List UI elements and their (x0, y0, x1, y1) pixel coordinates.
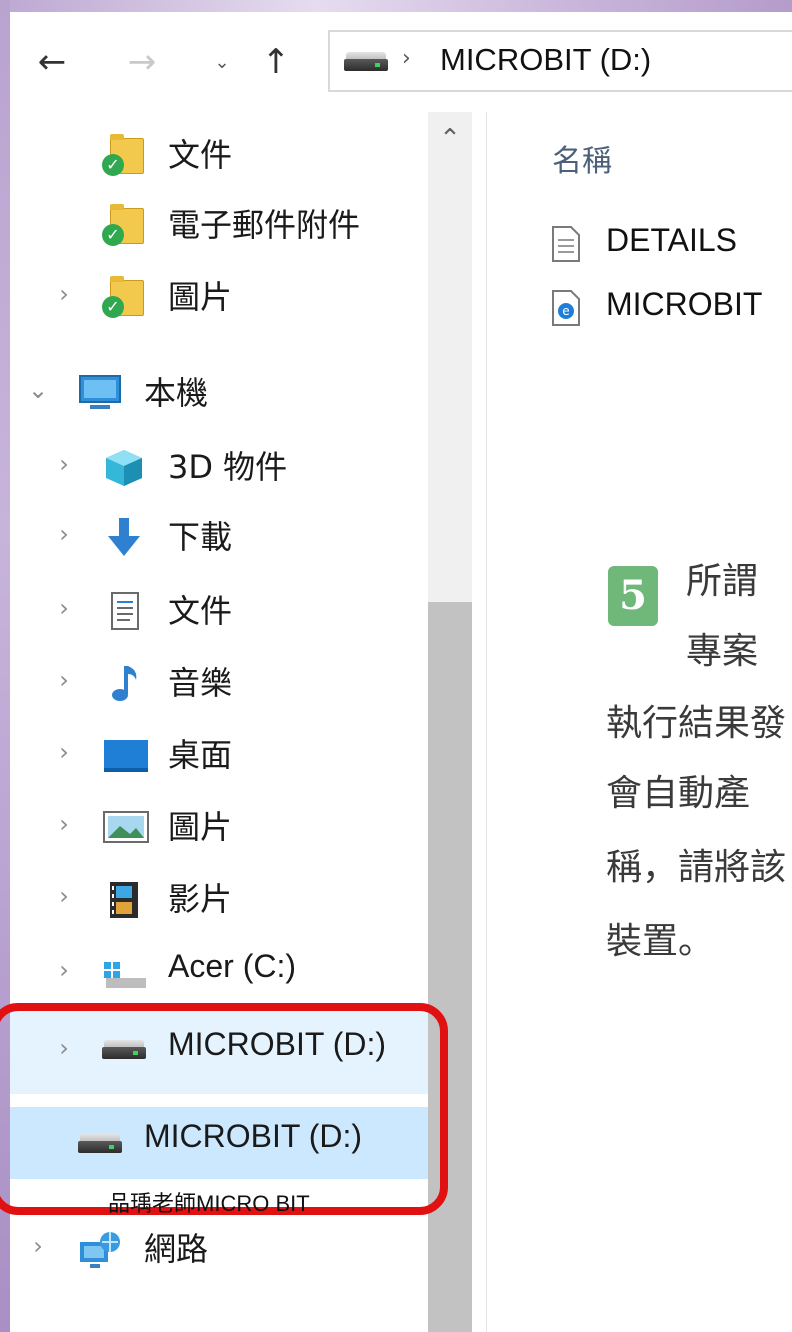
nav-item-label: 下載 (168, 518, 233, 556)
address-bar[interactable]: › MICROBIT (D:) (328, 30, 792, 92)
this-pc-icon (78, 372, 122, 414)
nav-item-label: 音樂 (168, 664, 233, 702)
nav-item-label: 文件 (168, 592, 233, 630)
expand-chevron-icon[interactable]: › (26, 1232, 50, 1260)
nav-pane-scroll-thumb[interactable] (428, 602, 472, 1332)
nav-item-downloads[interactable]: › 下載 (10, 502, 428, 572)
nav-item-documents-synced[interactable]: ✓ 文件 (10, 120, 428, 190)
nav-item-label: 圖片 (168, 808, 233, 846)
expand-chevron-icon[interactable]: › (52, 594, 76, 622)
desktop-icon (102, 734, 148, 776)
collapse-chevron-icon[interactable]: ⌄ (26, 376, 50, 404)
music-icon (102, 662, 146, 704)
documents-icon (102, 590, 146, 632)
nav-item-label: 桌面 (168, 736, 233, 774)
nav-item-network[interactable]: › 網路 (10, 1214, 428, 1284)
nav-item-label: MICROBIT (D:) (168, 1026, 387, 1062)
breadcrumb-separator-icon[interactable]: › (402, 46, 411, 71)
3d-objects-icon (102, 446, 146, 488)
expand-chevron-icon[interactable]: › (52, 882, 76, 910)
expand-chevron-icon[interactable]: › (52, 666, 76, 694)
nav-item-this-pc[interactable]: ⌄ 本機 (10, 358, 428, 428)
textbook-line: 會自動產 (606, 773, 751, 814)
back-arrow-icon[interactable]: ← (32, 42, 72, 82)
nav-item-label: MICROBIT (D:) (144, 1118, 363, 1154)
downloads-icon (102, 516, 146, 558)
expand-chevron-icon[interactable]: › (52, 738, 76, 766)
textbook-line: 專案 (686, 631, 759, 672)
nav-item-label: 3D 物件 (168, 448, 288, 486)
recent-locations-chevron-icon[interactable]: ⌄ (202, 42, 242, 82)
nav-item-microbit-drive[interactable]: › MICROBIT (D:) (10, 1016, 428, 1086)
documents-folder-synced-icon: ✓ (102, 134, 146, 176)
navigation-pane: ✓ 文件 ✓ 電子郵件附件 › ✓ 圖片 ⌄ 本機 › 3D 物件 › 下載 ›… (10, 112, 428, 1332)
address-toolbar: ← → ⌄ ↑ › MICROBIT (D:) (10, 12, 792, 112)
desktop-background-edge (0, 0, 10, 1332)
file-list-pane: 名稱 DETAILS e MICROBIT 5 所謂 專案 執行結果發 會自動產… (472, 112, 792, 1332)
nav-item-label: 影片 (168, 880, 233, 918)
nav-item-label: Acer (C:) (168, 948, 296, 984)
dragged-item-microbit-drive[interactable]: MICROBIT (D:) (10, 1108, 428, 1178)
textbook-line: 所謂 (686, 561, 759, 602)
step-number-badge: 5 (608, 566, 658, 626)
nav-item-desktop[interactable]: › 桌面 (10, 720, 428, 790)
file-explorer-window: ← → ⌄ ↑ › MICROBIT (D:) ✓ 文件 ✓ 電子郵件附件 › … (10, 12, 792, 1332)
expand-chevron-icon[interactable]: › (52, 956, 76, 984)
expand-chevron-icon[interactable]: › (52, 520, 76, 548)
nav-item-3d-objects[interactable]: › 3D 物件 (10, 432, 428, 502)
expand-chevron-icon[interactable]: › (52, 1034, 76, 1062)
nav-item-pictures[interactable]: › 圖片 (10, 792, 428, 862)
expand-chevron-icon[interactable]: › (52, 280, 76, 308)
nav-item-label: 圖片 (168, 278, 233, 316)
forward-arrow-icon[interactable]: → (122, 42, 162, 82)
nav-item-music[interactable]: › 音樂 (10, 648, 428, 718)
nav-item-label: 文件 (168, 136, 233, 174)
drive-icon (102, 1040, 146, 1082)
nav-item-pictures-synced[interactable]: › ✓ 圖片 (10, 262, 428, 332)
scroll-up-arrow-icon[interactable]: ⌃ (428, 124, 472, 164)
pictures-folder-synced-icon: ✓ (102, 276, 146, 318)
nav-item-label: 網路 (144, 1230, 209, 1268)
textbook-excerpt: 5 所謂 專案 執行結果發 會自動產 稱，請將該 裝置。 (472, 112, 792, 1332)
textbook-line: 執行結果發 (606, 703, 787, 744)
nav-item-drive-c[interactable]: › Acer (C:) (10, 938, 428, 988)
nav-item-email-attachments[interactable]: ✓ 電子郵件附件 (10, 190, 428, 260)
nav-item-documents[interactable]: › 文件 (10, 576, 428, 646)
videos-icon (102, 878, 146, 920)
textbook-line: 裝置。 (606, 921, 715, 962)
drive-icon (344, 52, 388, 72)
nav-item-videos[interactable]: › 影片 (10, 864, 428, 934)
textbook-line: 稱，請將該 (606, 847, 787, 888)
expand-chevron-icon[interactable]: › (52, 450, 76, 478)
nav-item-label: 電子郵件附件 (168, 206, 361, 244)
watermark-caption: 品瑀老師MICRO BIT (108, 1191, 310, 1216)
breadcrumb-location[interactable]: MICROBIT (D:) (440, 42, 651, 78)
email-attachments-folder-synced-icon: ✓ (102, 204, 146, 246)
drive-icon (78, 1134, 122, 1176)
nav-item-label: 本機 (144, 374, 209, 412)
network-icon (78, 1228, 122, 1270)
up-arrow-icon[interactable]: ↑ (256, 42, 296, 82)
expand-chevron-icon[interactable]: › (52, 810, 76, 838)
pictures-icon (102, 806, 149, 848)
drive-c-icon (102, 952, 146, 988)
desktop-background-strip (0, 0, 792, 12)
